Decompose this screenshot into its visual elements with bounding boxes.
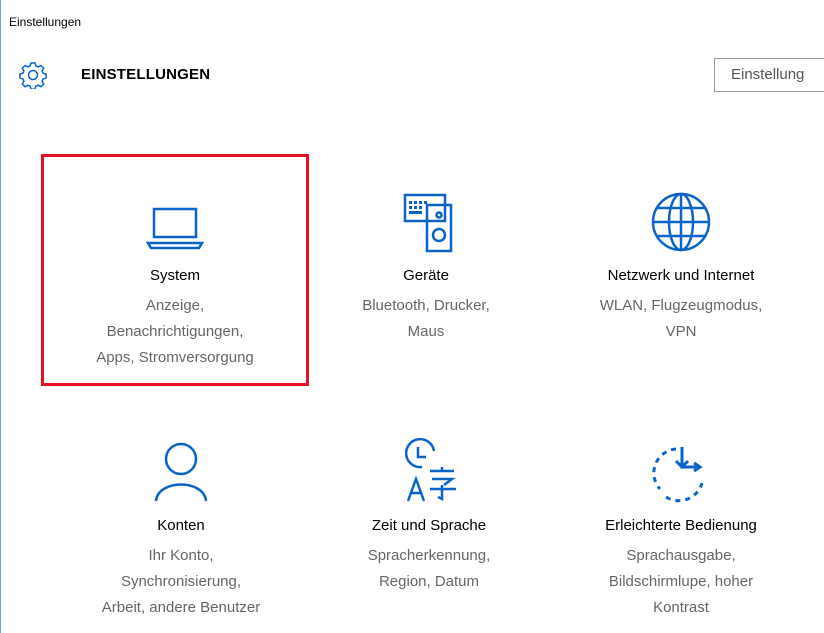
page-title: EINSTELLUNGEN bbox=[81, 66, 211, 83]
tile-accounts-name: Konten bbox=[157, 517, 205, 534]
tile-network-desc: WLAN, Flugzeugmodus, VPN bbox=[599, 297, 763, 340]
gear-icon bbox=[19, 62, 47, 89]
tile-accounts-desc: Ihr Konto, Synchronisierung, Arbeit, and… bbox=[101, 547, 261, 616]
tile-accessibility-name: Erleichterte Bedienung bbox=[605, 517, 757, 534]
tile-system-desc: Anzeige, Benachrichtigungen, Apps, Strom… bbox=[96, 297, 254, 366]
tile-accounts[interactable]: Konten Ihr Konto, Synchronisierung, Arbe… bbox=[47, 407, 315, 633]
search-input[interactable]: Einstellung bbox=[714, 58, 824, 92]
tile-time-language-desc: Spracherkennung, Region, Datum bbox=[367, 547, 491, 590]
tile-devices-desc: Bluetooth, Drucker, Maus bbox=[362, 297, 490, 340]
time-language-icon bbox=[404, 437, 456, 502]
title-bar: Einstellungen bbox=[1, 0, 824, 44]
person-icon bbox=[154, 442, 208, 502]
tile-accessibility-desc: Sprachausgabe, Bildschirmlupe, hoher Kon… bbox=[608, 547, 754, 616]
tile-time-language-name: Zeit und Sprache bbox=[371, 517, 487, 534]
tile-system-name: System bbox=[149, 267, 200, 284]
devices-icon bbox=[403, 193, 453, 253]
tile-devices-name: Geräte bbox=[403, 267, 449, 284]
tile-network-name: Netzwerk und Internet bbox=[607, 267, 755, 284]
settings-window: Einstellungen EINSTELLUNGEN Einstellung … bbox=[0, 0, 824, 633]
accessibility-icon bbox=[652, 447, 704, 503]
tile-time-language[interactable]: Zeit und Sprache Spracherkennung, Region… bbox=[295, 407, 563, 633]
tile-devices[interactable]: Geräte Bluetooth, Drucker, Maus bbox=[292, 157, 560, 389]
laptop-icon bbox=[145, 207, 205, 250]
tile-accessibility[interactable]: Erleichterte Bedienung Sprachausgabe, Bi… bbox=[547, 407, 815, 633]
window-title: Einstellungen bbox=[9, 15, 82, 29]
globe-icon bbox=[651, 192, 711, 252]
tile-network[interactable]: Netzwerk und Internet WLAN, Flugzeugmodu… bbox=[547, 157, 815, 389]
tile-system[interactable]: System Anzeige, Benachrichtigungen, Apps… bbox=[41, 154, 309, 386]
